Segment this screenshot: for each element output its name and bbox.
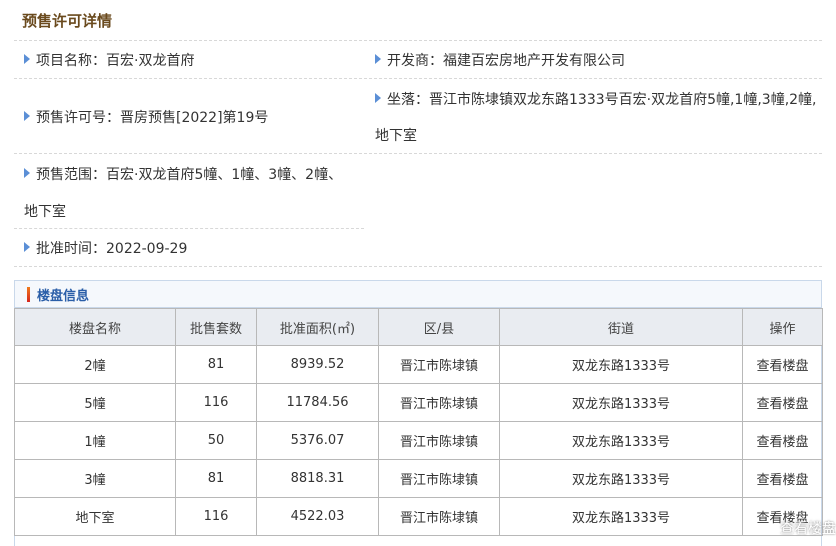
cell-street: 双龙东路1333号 <box>499 383 743 422</box>
header-area: 批准面积(㎡) <box>256 308 379 346</box>
table-row: 地下室 116 4522.03 晋江市陈埭镇 双龙东路1333号 查看楼盘 <box>14 497 823 536</box>
project-name-field: 项目名称：百宏·双龙首府 <box>24 50 194 70</box>
cell-units: 81 <box>175 459 257 498</box>
cell-units: 81 <box>175 345 257 384</box>
cell-area: 8939.52 <box>256 345 379 384</box>
view-building-link[interactable]: 查看楼盘 <box>742 345 823 384</box>
cell-district: 晋江市陈埭镇 <box>378 345 500 384</box>
cell-street: 双龙东路1333号 <box>499 459 743 498</box>
cell-street: 双龙东路1333号 <box>499 345 743 384</box>
view-building-link[interactable]: 查看楼盘 <box>742 383 823 422</box>
location-text-line2: 地下室 <box>375 128 417 144</box>
permit-no-text: 预售许可号：晋房预售[2022]第19号 <box>36 110 269 126</box>
bullet-arrow-icon <box>24 242 30 252</box>
cell-district: 晋江市陈埭镇 <box>378 383 500 422</box>
page-title: 预售许可详情 <box>22 12 113 30</box>
building-info-panel: 楼盘信息 楼盘名称 批售套数 批准面积(㎡) 区/县 街道 操作 2幢 81 8… <box>14 280 823 546</box>
panel-header: 楼盘信息 <box>15 281 821 308</box>
cell-district: 晋江市陈埭镇 <box>378 497 500 536</box>
header-street: 街道 <box>499 308 743 346</box>
bullet-arrow-icon <box>24 168 30 178</box>
project-name-text: 项目名称：百宏·双龙首府 <box>36 53 195 69</box>
cell-units: 116 <box>175 497 257 536</box>
cell-area: 4522.03 <box>256 497 379 536</box>
cell-building-name: 3幢 <box>14 459 176 498</box>
section-title: 楼盘信息 <box>37 289 90 304</box>
view-building-link[interactable]: 查看楼盘 <box>742 421 823 460</box>
cell-area: 5376.07 <box>256 421 379 460</box>
cell-area: 8818.31 <box>256 459 379 498</box>
cell-units: 116 <box>175 383 257 422</box>
cell-district: 晋江市陈埭镇 <box>378 421 500 460</box>
scope-field: 预售范围：百宏·双龙首府5幢、1幢、3幢、2幢、 <box>24 164 342 184</box>
scope-text-line2: 地下室 <box>24 204 66 220</box>
table-row: 3幢 81 8818.31 晋江市陈埭镇 双龙东路1333号 查看楼盘 <box>14 459 823 498</box>
table-header-row: 楼盘名称 批售套数 批准面积(㎡) 区/县 街道 操作 <box>14 308 823 346</box>
cell-units: 50 <box>175 421 257 460</box>
cell-street: 双龙东路1333号 <box>499 421 743 460</box>
table-row: 1幢 50 5376.07 晋江市陈埭镇 双龙东路1333号 查看楼盘 <box>14 421 823 460</box>
header-district: 区/县 <box>378 308 500 346</box>
divider <box>14 153 822 154</box>
scope-text-line1: 预售范围：百宏·双龙首府5幢、1幢、3幢、2幢、 <box>36 167 343 183</box>
table-row: 2幢 81 8939.52 晋江市陈埭镇 双龙东路1333号 查看楼盘 <box>14 345 823 384</box>
developer-field: 开发商：福建百宏房地产开发有限公司 <box>375 50 625 70</box>
location-field: 坐落：晋江市陈埭镇双龙东路1333号百宏·双龙首府5幢,1幢,3幢,2幢, <box>375 89 817 109</box>
divider <box>14 228 364 229</box>
divider <box>14 78 822 79</box>
bullet-arrow-icon <box>24 111 30 121</box>
section-marker-icon <box>27 287 30 302</box>
cell-building-name: 地下室 <box>14 497 176 536</box>
cell-building-name: 5幢 <box>14 383 176 422</box>
cell-area: 11784.56 <box>256 383 379 422</box>
cell-building-name: 1幢 <box>14 421 176 460</box>
approval-date-text: 批准时间：2022-09-29 <box>36 241 188 257</box>
location-text-line1: 坐落：晋江市陈埭镇双龙东路1333号百宏·双龙首府5幢,1幢,3幢,2幢, <box>387 92 817 108</box>
approval-date-field: 批准时间：2022-09-29 <box>24 238 187 258</box>
permit-no-field: 预售许可号：晋房预售[2022]第19号 <box>24 107 268 127</box>
developer-text: 开发商：福建百宏房地产开发有限公司 <box>387 53 625 69</box>
building-table: 楼盘名称 批售套数 批准面积(㎡) 区/县 街道 操作 2幢 81 8939.5… <box>14 308 823 536</box>
header-action: 操作 <box>742 308 823 346</box>
cell-street: 双龙东路1333号 <box>499 497 743 536</box>
divider <box>14 266 822 267</box>
header-units: 批售套数 <box>175 308 257 346</box>
header-building-name: 楼盘名称 <box>14 308 176 346</box>
view-building-link[interactable]: 查看楼盘 <box>742 459 823 498</box>
bullet-arrow-icon <box>375 54 381 64</box>
cell-building-name: 2幢 <box>14 345 176 384</box>
bullet-arrow-icon <box>24 54 30 64</box>
bullet-arrow-icon <box>375 93 381 103</box>
watermark: 查看楼盘 <box>780 521 836 537</box>
cell-district: 晋江市陈埭镇 <box>378 459 500 498</box>
table-row: 5幢 116 11784.56 晋江市陈埭镇 双龙东路1333号 查看楼盘 <box>14 383 823 422</box>
divider <box>14 40 822 41</box>
